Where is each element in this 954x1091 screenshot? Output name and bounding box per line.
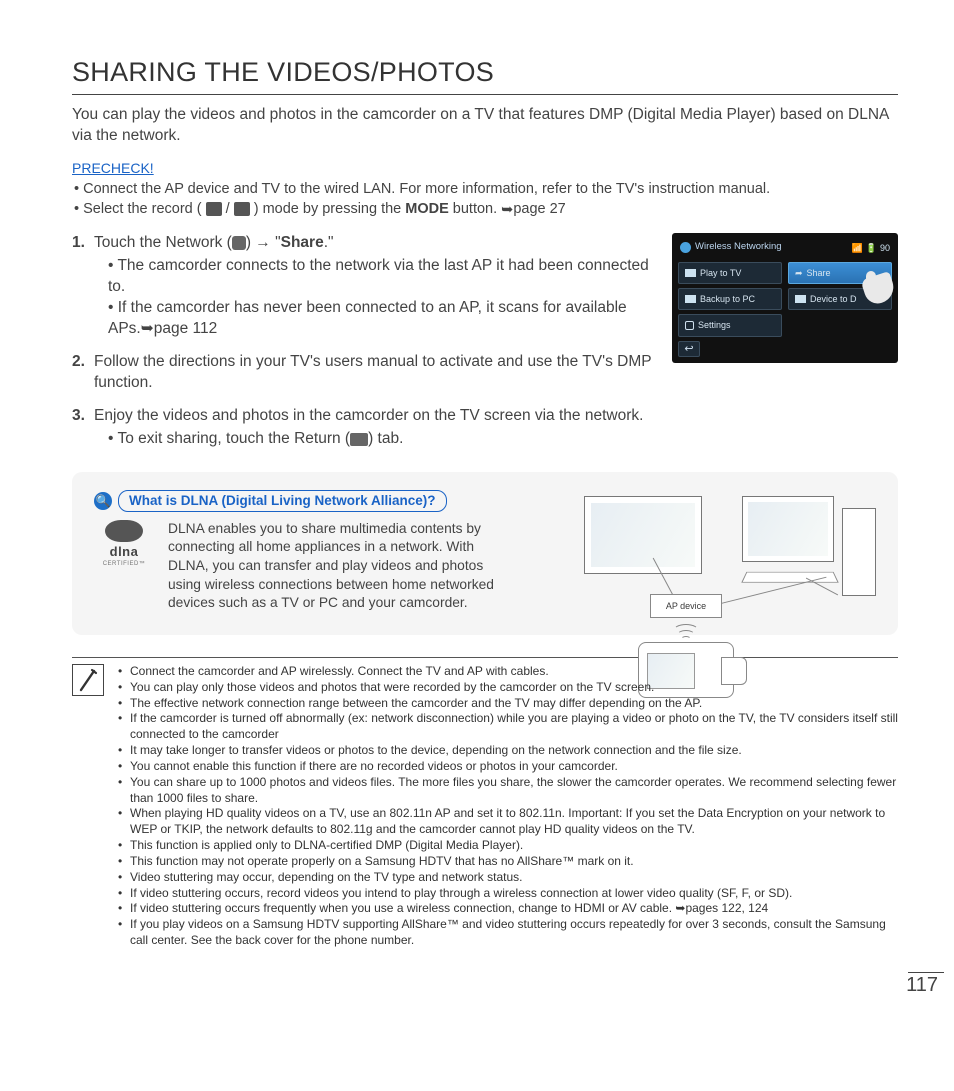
step-sub: If the camcorder has never been connecte… [108,298,656,340]
precheck-item: Select the record ( / ) mode by pressing… [74,200,898,220]
dlna-description: DLNA enables you to share multimedia con… [168,520,508,613]
photo-mode-icon [234,202,250,216]
menu-label: Settings [698,319,731,331]
diagram-wire-icon [806,577,838,595]
note-item: You can share up to 1000 photos and vide… [118,775,898,807]
note-item: If the camcorder is turned off abnormall… [118,711,898,743]
menu-backup-to-pc[interactable]: Backup to PC [678,288,782,310]
step-sub: To exit sharing, touch the Return ( ) tab… [108,429,898,450]
step-text: Touch the Network ( [94,234,232,251]
battery-icon: 🔋 [866,242,877,254]
menu-label: Play to TV [700,267,741,279]
return-icon [350,433,368,446]
share-icon: ➦ [795,267,803,279]
note-item: This function is applied only to DLNA-ce… [118,838,898,854]
dlna-info-box: 🔍 What is DLNA (Digital Living Network A… [72,472,898,635]
diagram-pc-icon [842,508,876,596]
step-text: Follow the directions in your TV's users… [94,353,651,391]
note-item: The effective network connection range b… [118,696,898,712]
note-item: You can play only those videos and photo… [118,680,898,696]
note-item: If video stuttering occurs frequently wh… [118,901,898,917]
diagram-monitor-icon [742,496,834,562]
wifi-status-icon: 📶 [852,242,863,254]
note-item: Connect the camcorder and AP wirelessly.… [118,664,898,680]
note-item: If video stuttering occurs, record video… [118,886,898,902]
menu-label: Share [807,267,831,279]
step-sub: The camcorder connects to the network vi… [108,256,656,298]
device-icon [795,295,806,303]
diagram-wireless-icon [672,622,700,644]
back-button[interactable] [678,341,700,357]
page-ref-arrow-icon: ➥ [501,201,513,221]
steps-list: 1. Touch the Network ( ) → "Share." The c… [72,233,656,393]
wireless-icon [680,242,691,253]
dlna-diagram: AP device [578,490,878,613]
magnifier-icon: 🔍 [94,492,112,510]
dlna-logo-icon [105,520,143,542]
note-item: You cannot enable this function if there… [118,759,898,775]
tv-icon [685,269,696,277]
dlna-logo: dlna CERTIFIED™ [94,520,154,613]
note-item: When playing HD quality videos on a TV, … [118,806,898,838]
note-item: If you play videos on a Samsung HDTV sup… [118,917,898,949]
mode-button-label: MODE [405,201,449,217]
steps-list-cont: 3. Enjoy the videos and photos in the ca… [72,406,898,450]
precheck-label: PRECHECK! [72,159,154,178]
diagram-tv-icon [584,496,702,574]
precheck-item: Connect the AP device and TV to the wire… [74,180,898,200]
network-icon [232,236,246,250]
note-item: It may take longer to transfer videos or… [118,743,898,759]
menu-label: Backup to PC [700,293,755,305]
step-text: ) → " [246,234,281,251]
note-item: Video stuttering may occur, depending on… [118,870,898,886]
camcorder-screen-mock: Wireless Networking 📶 🔋 90 Play to TV ➦ S… [672,233,898,363]
page-number: 117 [906,972,938,999]
battery-level: 90 [880,242,890,254]
intro-text: You can play the videos and photos in th… [72,105,898,147]
step-number: 3. [72,406,85,427]
step-text: Enjoy the videos and photos in the camco… [94,407,643,424]
hand-pointer-icon [854,267,900,313]
step-3: 3. Enjoy the videos and photos in the ca… [72,406,898,450]
notes-list: Connect the camcorder and AP wirelessly.… [118,664,898,949]
diagram-ap-device: AP device [650,594,722,618]
step-sub-text: To exit sharing, touch the Return ( [117,430,350,447]
dlna-question: What is DLNA (Digital Living Network All… [118,490,447,512]
dlna-logo-text: dlna [94,543,154,561]
gear-icon [685,321,694,330]
step-sub-text: ) tab. [368,430,403,447]
screen-title: Wireless Networking [695,241,782,254]
page-title: SHARING THE VIDEOS/PHOTOS [72,54,898,95]
note-item: This function may not operate properly o… [118,854,898,870]
pc-icon [685,295,696,303]
step-2: 2. Follow the directions in your TV's us… [72,352,656,394]
dlna-logo-sub: CERTIFIED™ [94,560,154,568]
step-text: ." [324,234,334,251]
menu-play-to-tv[interactable]: Play to TV [678,262,782,284]
note-icon [72,664,104,696]
video-mode-icon [206,202,222,216]
menu-settings[interactable]: Settings [678,314,782,336]
menu-label: Device to D [810,293,857,305]
precheck-list: Connect the AP device and TV to the wire… [72,180,898,219]
step-number: 2. [72,352,85,373]
share-label: Share [281,234,324,251]
step-1: 1. Touch the Network ( ) → "Share." The c… [72,233,656,340]
step-number: 1. [72,233,85,254]
